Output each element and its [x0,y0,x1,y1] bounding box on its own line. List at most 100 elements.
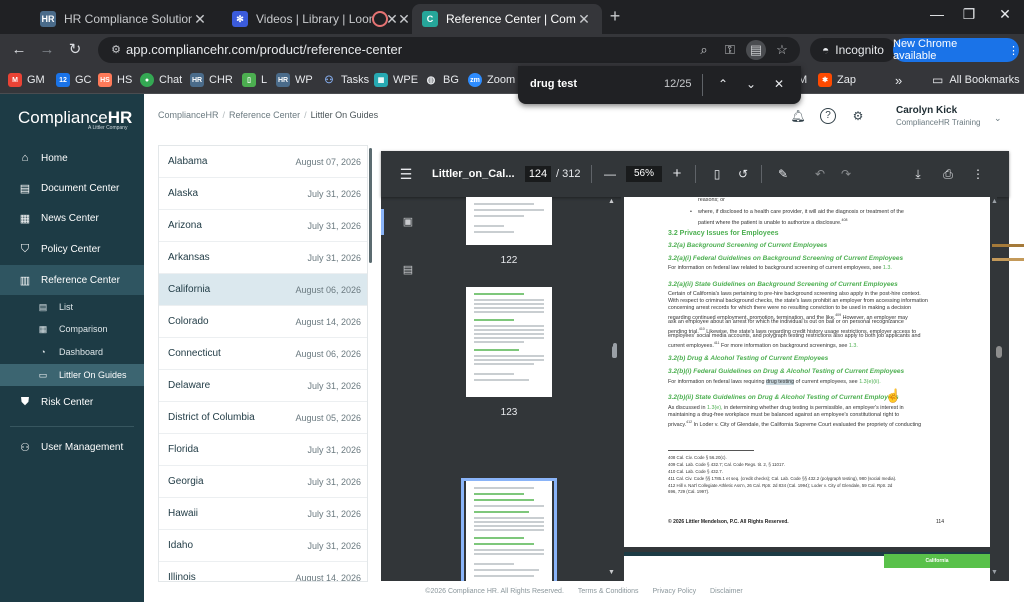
site-settings-icon[interactable]: ⚙ [108,42,124,58]
redo-icon[interactable]: ↷ [837,165,855,183]
scroll-up-icon[interactable]: ▲ [608,198,615,205]
state-list-item[interactable]: California August 06, 2026 [159,274,367,306]
reload-icon[interactable]: ↻ [64,40,86,60]
help-icon[interactable]: ? [820,108,836,124]
nav-news-center[interactable]: ▦ News Center [0,203,144,233]
zoom-in-icon[interactable]: + [668,165,686,183]
list-scrollbar[interactable] [369,148,372,263]
bookmark-chr[interactable]: HR CHR [190,72,233,88]
forward-icon[interactable]: → [36,40,58,60]
window-close-icon[interactable]: ✕ [990,6,1020,23]
nav-sub-dashboard[interactable]: ◔ Dashboard [0,341,144,363]
nav-reference-center[interactable]: ▥ Reference Center [0,265,144,295]
page-thumbnail[interactable] [466,197,552,245]
nav-risk-center[interactable]: ⛊ Risk Center [0,387,144,417]
thumbnails-icon[interactable]: ▣ [401,215,415,229]
new-tab-icon[interactable]: + [605,6,625,27]
more-options-icon[interactable]: ⋮ [969,165,987,183]
all-bookmarks[interactable]: ▭ All Bookmarks [932,72,1020,88]
disclaimer-link[interactable]: Disclaimer [710,588,743,595]
fit-page-icon[interactable]: ▯ [708,165,726,183]
rotate-icon[interactable]: ↺ [734,165,752,183]
bookmark-tasks[interactable]: ⚇ Tasks [322,72,369,88]
chevron-down-icon[interactable]: ⌄ [994,113,1002,124]
nav-policy-center[interactable]: ⛉ Policy Center [0,234,144,264]
page-link[interactable]: 1.3(e), [707,405,723,411]
menu-icon[interactable]: ☰ [397,165,415,183]
bookmark-bg[interactable]: ◍ BG [424,72,459,88]
state-list-item[interactable]: Georgia July 31, 2026 [159,466,367,498]
state-list-item[interactable]: Hawaii July 31, 2026 [159,498,367,530]
state-list-item[interactable]: District of Columbia August 05, 2026 [159,402,367,434]
incognito-badge[interactable]: ◓ Incognito [810,38,896,62]
find-close-icon[interactable]: ✕ [770,75,788,93]
nav-sub-list[interactable]: ▤ List [0,296,144,318]
find-next-icon[interactable]: ⌄ [742,75,760,93]
restore-icon[interactable]: ❐ [954,6,984,23]
bookmark-wpe[interactable]: ▦ WPE [374,72,418,88]
nav-sub-littler-on-guides[interactable]: ▭ Littler On Guides [0,364,144,386]
state-list-item[interactable]: Delaware July 31, 2026 [159,370,367,402]
state-list-item[interactable]: Arizona July 31, 2026 [159,210,367,242]
state-list-item[interactable]: Idaho July 31, 2026 [159,530,367,562]
outline-icon[interactable]: ▤ [401,263,415,277]
star-icon[interactable]: ☆ [772,40,792,60]
privacy-link[interactable]: Privacy Policy [653,588,697,595]
bookmark-zap[interactable]: ✱ Zap [818,72,856,88]
key-icon[interactable]: ⚿ [720,40,740,60]
browser-tab-recording[interactable]: ✕ [362,4,410,34]
main-scrollbar-thumb[interactable] [996,346,1002,358]
nav-sub-comparison[interactable]: ▦ Comparison [0,318,144,340]
state-list-item[interactable]: Connecticut August 06, 2026 [159,338,367,370]
back-icon[interactable]: ← [8,40,30,60]
nav-user-management[interactable]: ⚇ User Management [0,432,144,462]
bookmark-l[interactable]: ▯ L [242,72,267,88]
new-chrome-button[interactable]: New Chrome available ⋮ [893,38,1019,62]
bookmark-gm[interactable]: M GM [8,72,45,88]
terms-link[interactable]: Terms & Conditions [578,588,639,595]
close-icon[interactable]: ✕ [396,11,412,28]
pdf-left-scrollbar[interactable] [612,346,617,358]
bookmark-hs[interactable]: HS HS [98,72,132,88]
state-guide-list[interactable]: Alabama August 07, 2026 Alaska July 31, 202… [158,145,368,582]
page-link[interactable]: 1.3. [849,343,858,349]
page-scroll-up-icon[interactable]: ▲ [991,198,998,205]
page-icon[interactable]: ▤ [746,40,766,60]
find-previous-icon[interactable]: ⌃ [714,75,732,93]
gear-icon[interactable]: ⚙ [850,108,866,124]
zoom-out-icon[interactable]: — [601,165,619,183]
close-icon[interactable]: ✕ [192,11,208,28]
bookmark-gc[interactable]: 12 GC [56,72,92,88]
bookmark-chat[interactable]: ● Chat [140,72,182,88]
page-link[interactable]: 1.3(e)(ii). [859,379,881,385]
state-list-item[interactable]: Arkansas July 31, 2026 [159,242,367,274]
state-list-item[interactable]: Illinois August 14, 2026 [159,562,367,581]
annotate-icon[interactable]: ✎ [774,165,792,183]
bookmark-wp[interactable]: HR WP [276,72,313,88]
state-list-item[interactable]: Colorado August 14, 2026 [159,306,367,338]
bell-icon[interactable]: 🔔︎ [790,108,806,124]
breadcrumb-item[interactable]: ComplianceHR [158,110,219,120]
nav-home[interactable]: ⌂ Home [0,143,144,173]
scroll-down-icon[interactable]: ▼ [608,569,615,576]
page-thumbnail[interactable] [466,287,552,397]
page-scroll-down-icon[interactable]: ▼ [991,569,998,576]
find-input[interactable]: drug test [530,78,577,90]
minimize-icon[interactable]: — [922,6,952,22]
browser-tab-reference-center[interactable]: C Reference Center | Complianc ✕ [412,4,602,34]
nav-document-center[interactable]: ▤ Document Center [0,173,144,203]
page-link[interactable]: 1.3. [883,265,892,271]
user-name[interactable]: Carolyn Kick [896,105,957,116]
state-list-item[interactable]: Alabama August 07, 2026 [159,146,367,178]
browser-tab-hr-compliance[interactable]: HR HR Compliance Solutions - Hom ✕ [30,4,218,34]
undo-icon[interactable]: ↶ [811,165,829,183]
address-bar[interactable]: ⚙ app.compliancehr.com/product/reference… [98,37,800,63]
state-list-item[interactable]: Florida July 31, 2026 [159,434,367,466]
print-icon[interactable]: ⎙ [939,165,957,183]
state-list-item[interactable]: Alaska July 31, 2026 [159,178,367,210]
breadcrumb-item[interactable]: Reference Center [229,110,300,120]
zoom-icon[interactable]: ⌕ [694,40,714,60]
bookmark-zoom[interactable]: zm Zoom [468,72,515,88]
zoom-level-input[interactable]: 56% [626,166,662,182]
close-icon[interactable]: ✕ [576,11,592,28]
